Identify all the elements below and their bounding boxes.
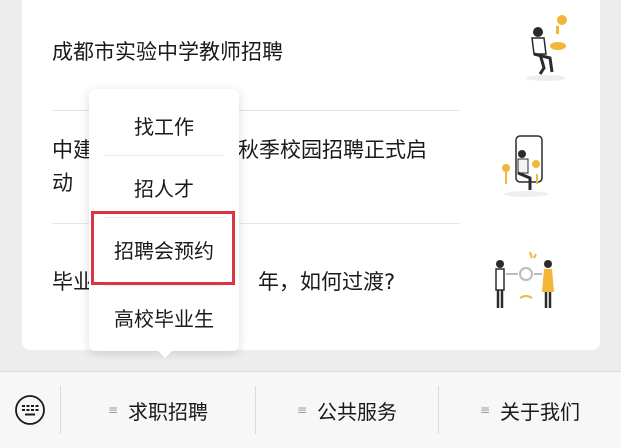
article-title-fragment[interactable]: 秋季校园招聘正式启	[238, 134, 427, 167]
menu-label: 关于我们	[500, 399, 580, 424]
menu-job-recruitment[interactable]: ≡ 求职招聘	[61, 372, 255, 448]
article-title-fragment[interactable]: 中建	[52, 134, 94, 167]
article-thumbnail[interactable]	[490, 246, 562, 318]
menu-lines-icon: ≡	[297, 403, 308, 417]
submenu-item-find-job[interactable]: 找工作	[89, 93, 239, 157]
submenu-arrow	[157, 350, 173, 358]
menu-lines-icon: ≡	[108, 403, 119, 417]
highlight-box	[91, 211, 235, 285]
submenu-item-recruit-talent[interactable]: 招人才	[89, 155, 239, 219]
article-title-fragment[interactable]: 年，如何过渡?	[258, 266, 395, 299]
keyboard-icon[interactable]	[14, 394, 46, 426]
submenu-item-graduates[interactable]: 高校毕业生	[89, 285, 239, 349]
article-title[interactable]: 成都市实验中学教师招聘	[52, 40, 283, 64]
bottom-menu-bar: ≡ 求职招聘 ≡ 公共服务 ≡ 关于我们	[0, 371, 621, 448]
article-item[interactable]: 成都市实验中学教师招聘	[52, 36, 462, 69]
menu-about-us[interactable]: ≡ 关于我们	[439, 372, 621, 448]
menu-label: 求职招聘	[128, 399, 208, 424]
article-thumbnail[interactable]	[490, 128, 562, 200]
menu-public-services[interactable]: ≡ 公共服务	[256, 372, 438, 448]
article-thumbnail[interactable]	[510, 12, 582, 84]
article-title-fragment[interactable]: 毕业	[52, 266, 94, 299]
menu-lines-icon: ≡	[480, 403, 491, 417]
menu-label: 公共服务	[317, 399, 397, 424]
